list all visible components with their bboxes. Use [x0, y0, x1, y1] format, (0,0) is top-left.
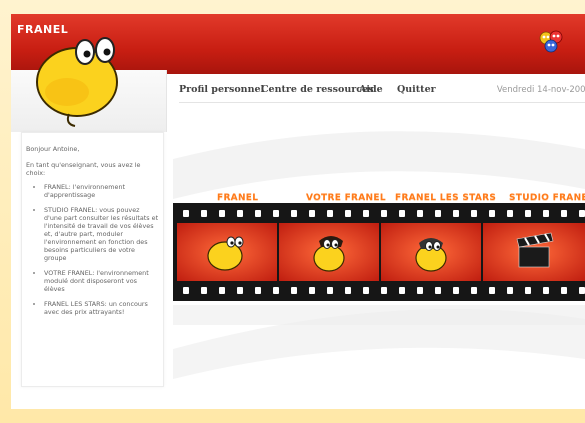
nav-aide[interactable]: Aide: [359, 84, 383, 95]
film-frame-franel: [177, 223, 277, 281]
list-item-franel: FRANEL: l'environnement d'apprentissage: [44, 183, 159, 199]
top-nav: Profil personnel Centre de ressources Ai…: [179, 84, 585, 100]
nav-divider: [179, 102, 585, 103]
film-frame-studio-franel: [483, 223, 585, 281]
franel-characters-icon[interactable]: [537, 28, 565, 56]
greeting-text: Bonjour Antoine,: [26, 145, 80, 153]
app-window: FRANEL Profil personnel Centre de ressou…: [11, 14, 585, 409]
franel-mascot-icon[interactable]: [25, 24, 137, 128]
category-franel[interactable]: FRANEL: [217, 193, 258, 203]
sidebar-panel: Bonjour Antoine, En tant qu'enseignant, …: [21, 132, 164, 387]
category-votre-franel[interactable]: VOTRE FRANEL: [306, 193, 386, 203]
category-studio-franel[interactable]: STUDIO FRANEL: [509, 193, 585, 203]
hero-area: FRANEL VOTRE FRANEL FRANEL LES STARS STU…: [173, 119, 585, 379]
current-date: Vendredi 14-nov-2008: [496, 85, 585, 95]
mascot-star-icon: [415, 238, 447, 272]
category-franel-les-stars[interactable]: FRANEL LES STARS: [395, 193, 496, 203]
film-frame-votre-franel: [279, 223, 379, 281]
clapperboard-icon: [516, 232, 554, 268]
nav-quitter[interactable]: Quitter: [397, 84, 436, 95]
film-strip-reflection: [173, 305, 585, 325]
list-item-franel-les-stars: FRANEL LES STARS: un concours avec des p…: [44, 300, 159, 316]
film-strip: [173, 203, 585, 301]
nav-centre-de-ressources[interactable]: Centre de ressources: [261, 84, 373, 95]
film-frame-franel-les-stars: [381, 223, 481, 281]
list-item-votre-franel: VOTRE FRANEL: l'environnement modulé don…: [44, 269, 159, 293]
intro-text: En tant qu'enseignant, vous avez le choi…: [26, 161, 141, 177]
list-item-studio-franel: STUDIO FRANEL: vous pouvez d'une part co…: [44, 206, 159, 262]
page-frame: FRANEL Profil personnel Centre de ressou…: [0, 0, 585, 423]
choice-list: FRANEL: l'environnement d'apprentissage …: [22, 183, 159, 323]
nav-profil-personnel[interactable]: Profil personnel: [179, 84, 264, 95]
